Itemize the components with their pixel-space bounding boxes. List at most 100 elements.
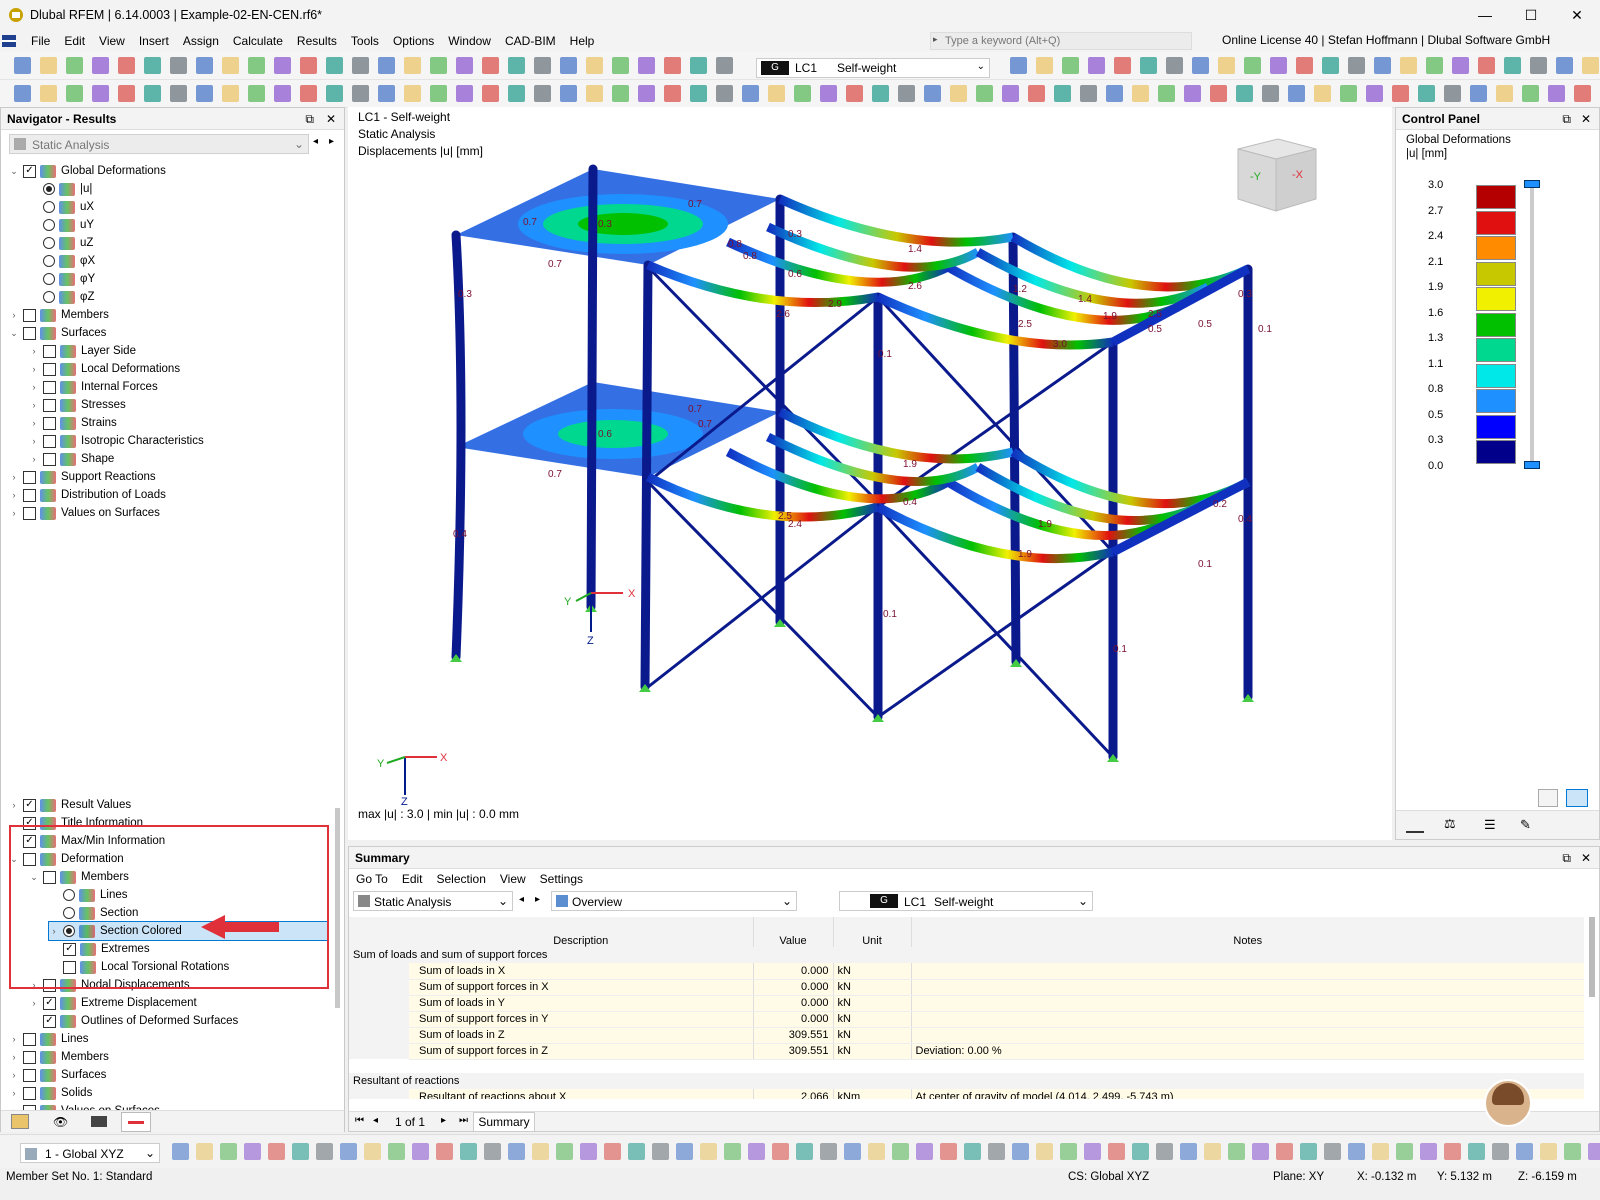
tree-item[interactable]: › Members <box>1 306 331 324</box>
toolbar-button[interactable] <box>638 85 655 102</box>
toolbar-button[interactable] <box>1036 57 1053 74</box>
analysis-select[interactable]: Static Analysis ⌄ <box>9 134 309 154</box>
menu-window[interactable]: Window <box>441 34 498 48</box>
expand-toggle[interactable]: › <box>9 1052 19 1062</box>
table-row[interactable]: Sum of support forces in Y 0.000 kN <box>349 1011 1584 1028</box>
toolbar-button[interactable] <box>316 1143 333 1160</box>
toolbar-button[interactable] <box>196 57 213 74</box>
prev-icon[interactable]: ◂ <box>519 894 524 905</box>
tree-item[interactable]: uX <box>1 198 331 216</box>
expand-toggle[interactable]: › <box>29 400 39 410</box>
expand-toggle[interactable]: › <box>9 1088 19 1098</box>
tree-item[interactable]: › Lines <box>1 1030 331 1048</box>
cp-settings-button[interactable] <box>1538 789 1558 807</box>
maximize-button[interactable]: ☐ <box>1508 0 1554 30</box>
toolbar-button[interactable] <box>1296 57 1313 74</box>
toolbar-button[interactable] <box>92 85 109 102</box>
tree-item[interactable]: › Members <box>1 1048 331 1066</box>
toolbar-button[interactable] <box>976 85 993 102</box>
toolbar-button[interactable] <box>118 57 135 74</box>
toolbar-button[interactable] <box>898 85 915 102</box>
toolbar-button[interactable] <box>40 85 57 102</box>
close-icon[interactable]: ✕ <box>1581 847 1591 869</box>
toolbar-button[interactable] <box>1288 85 1305 102</box>
checkbox[interactable]: ✓ <box>43 996 56 1010</box>
radio-button[interactable] <box>43 291 55 303</box>
checkbox[interactable] <box>23 1068 36 1082</box>
tree-item[interactable]: › Stresses <box>1 396 331 414</box>
toolbar-button[interactable] <box>1564 1143 1581 1160</box>
radio-button[interactable] <box>43 201 55 213</box>
table-row[interactable]: Sum of loads in X 0.000 kN <box>349 963 1584 980</box>
toolbar-button[interactable] <box>292 1143 309 1160</box>
pin-icon[interactable]: ⧉ <box>305 108 314 130</box>
summary-menu-view[interactable]: View <box>493 872 533 886</box>
toolbar-button[interactable] <box>1504 57 1521 74</box>
toolbar-button[interactable] <box>1140 57 1157 74</box>
toolbar-button[interactable] <box>1010 57 1027 74</box>
expand-toggle[interactable]: › <box>9 508 19 518</box>
toolbar-button[interactable] <box>742 85 759 102</box>
tree-item[interactable]: › Internal Forces <box>1 378 331 396</box>
table-row[interactable]: Resultant of reactions about X 2.066 kNm At… <box>349 1089 1584 1099</box>
tree-item[interactable]: ⌄ ✓ Global Deformations <box>1 162 331 180</box>
toolbar-button[interactable] <box>92 57 109 74</box>
pin-icon[interactable]: ⧉ <box>1562 108 1571 130</box>
last-page-icon[interactable]: ⏭ <box>459 1115 468 1126</box>
toolbar-button[interactable] <box>1420 1143 1437 1160</box>
toolbar-button[interactable] <box>1158 85 1175 102</box>
tree-item[interactable]: › Shape <box>1 450 331 468</box>
toolbar-button[interactable] <box>628 1143 645 1160</box>
toolbar-button[interactable] <box>964 1143 981 1160</box>
cp-tab-table-icon[interactable]: ☰ <box>1484 817 1496 833</box>
toolbar-button[interactable] <box>1444 85 1461 102</box>
toolbar-button[interactable] <box>612 57 629 74</box>
supports[interactable] <box>450 604 1254 762</box>
cp-tab-balance-icon[interactable]: ⚖ <box>1444 816 1456 832</box>
toolbar-button[interactable] <box>940 1143 957 1160</box>
menu-edit[interactable]: Edit <box>57 34 92 48</box>
toolbar-button[interactable] <box>638 57 655 74</box>
toolbar-button[interactable] <box>1340 85 1357 102</box>
toolbar-button[interactable] <box>1470 85 1487 102</box>
tree-item[interactable]: › Solids <box>1 1084 331 1102</box>
navigator-scrollbar[interactable] <box>335 808 340 1008</box>
menu-insert[interactable]: Insert <box>132 34 176 48</box>
toolbar-button[interactable] <box>1262 85 1279 102</box>
toolbar-button[interactable] <box>40 57 57 74</box>
next-icon[interactable]: ▸ <box>329 136 334 147</box>
tree-item[interactable]: › Isotropic Characteristics <box>1 432 331 450</box>
toolbar-button[interactable] <box>916 1143 933 1160</box>
menu-options[interactable]: Options <box>386 34 441 48</box>
toolbar-button[interactable] <box>1530 57 1547 74</box>
toolbar-button[interactable] <box>1314 85 1331 102</box>
menu-file[interactable]: File <box>24 34 57 48</box>
menu-results[interactable]: Results <box>290 34 344 48</box>
toolbar-button[interactable] <box>1540 1143 1557 1160</box>
toolbar-button[interactable] <box>456 57 473 74</box>
toolbar-button[interactable] <box>560 57 577 74</box>
toolbar-button[interactable] <box>1184 85 1201 102</box>
toolbar-button[interactable] <box>1396 1143 1413 1160</box>
toolbar-button[interactable] <box>172 1143 189 1160</box>
toolbar-button[interactable] <box>364 1143 381 1160</box>
checkbox[interactable] <box>43 452 56 466</box>
toolbar-button[interactable] <box>820 1143 837 1160</box>
table-row[interactable]: Sum of loads in Y 0.000 kN <box>349 995 1584 1012</box>
tree-item[interactable]: › Local Deformations <box>1 360 331 378</box>
checkbox[interactable] <box>43 362 56 376</box>
menu-tools[interactable]: Tools <box>344 34 386 48</box>
table-row[interactable]: Sum of support forces in Z 309.551 kN Devia… <box>349 1043 1584 1060</box>
toolbar-button[interactable] <box>1496 85 1513 102</box>
expand-toggle[interactable]: › <box>9 490 19 500</box>
toolbar-button[interactable] <box>1204 1143 1221 1160</box>
checkbox[interactable] <box>43 434 56 448</box>
toolbar-button[interactable] <box>868 1143 885 1160</box>
toolbar-button[interactable] <box>274 57 291 74</box>
toolbar-button[interactable] <box>66 85 83 102</box>
toolbar-button[interactable] <box>1244 57 1261 74</box>
toolbar-button[interactable] <box>950 85 967 102</box>
toolbar-button[interactable] <box>244 1143 261 1160</box>
view-tab-icon[interactable]: 👁 <box>53 1115 68 1129</box>
toolbar-button[interactable] <box>1180 1143 1197 1160</box>
